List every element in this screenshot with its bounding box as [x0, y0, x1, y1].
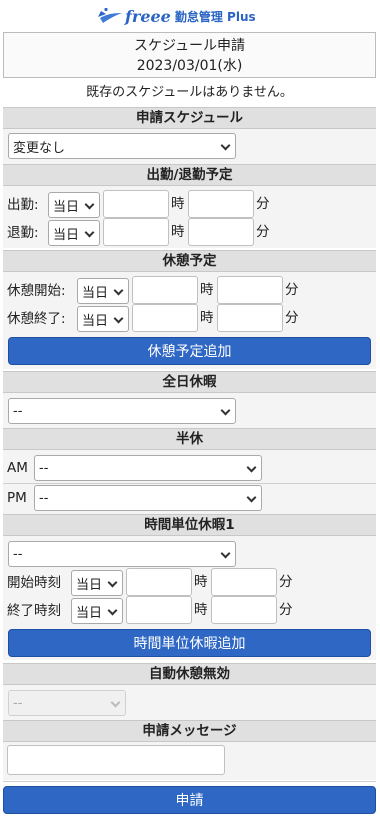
attendance-section: 出勤: 当日 時 分 退勤: 当日 時 分: [3, 186, 376, 248]
chevron-down-icon: [220, 405, 231, 416]
schedule-select[interactable]: 変更なし: [8, 133, 236, 159]
clock-out-day-select[interactable]: 当日: [48, 220, 100, 246]
start-time-label: 開始時刻: [7, 575, 61, 591]
add-hourly-leave-button[interactable]: 時間単位休暇追加: [8, 629, 371, 657]
break-heading: 休憩予定: [3, 250, 376, 272]
clock-in-day-select[interactable]: 当日: [48, 192, 100, 218]
break-start-day-select[interactable]: 当日: [77, 278, 129, 304]
minute-unit-label: 分: [279, 574, 293, 590]
break-end-label: 休憩終了:: [7, 311, 66, 327]
end-time-minute-input[interactable]: [211, 596, 277, 624]
hour-unit-label: 時: [194, 602, 208, 618]
brand-name: freee: [125, 6, 171, 26]
schedule-section: 変更なし: [3, 129, 376, 164]
chevron-down-icon: [84, 227, 95, 238]
start-time-day-select[interactable]: 当日: [71, 570, 123, 596]
app-header: freee 勤怠管理 Plus: [0, 0, 380, 32]
start-time-minute-input[interactable]: [211, 568, 277, 596]
halfday-section: AM -- PM --: [3, 450, 376, 514]
break-end-minute-input[interactable]: [217, 304, 283, 332]
end-time-label: 終了時刻: [7, 603, 61, 619]
message-section: [3, 742, 376, 780]
break-start-label: 休憩開始:: [7, 283, 66, 299]
minute-unit-label: 分: [285, 310, 299, 326]
break-start-minute-input[interactable]: [217, 276, 283, 304]
autobreak-heading: 自動休憩無効: [3, 663, 376, 685]
hour-unit-label: 時: [200, 282, 214, 298]
product-name: 勤怠管理 Plus: [174, 9, 256, 24]
message-input[interactable]: [7, 745, 225, 775]
fullday-heading: 全日休暇: [3, 371, 376, 393]
fullday-leave-select[interactable]: --: [8, 398, 236, 424]
bird-icon: [98, 7, 122, 23]
hour-unit-label: 時: [200, 310, 214, 326]
hourly-heading: 時間単位休暇1: [3, 514, 376, 536]
autobreak-section: --: [3, 685, 376, 720]
fullday-section: --: [3, 393, 376, 428]
minute-unit-label: 分: [256, 196, 270, 212]
freee-logo: freee 勤怠管理 Plus: [97, 5, 256, 27]
hour-unit-label: 時: [194, 574, 208, 590]
chevron-down-icon: [246, 492, 257, 503]
am-leave-select[interactable]: --: [34, 455, 262, 481]
footer-divider: [3, 781, 376, 782]
clock-out-minute-input[interactable]: [188, 218, 254, 246]
clock-out-label: 退勤:: [7, 225, 39, 241]
chevron-down-icon: [113, 285, 124, 296]
chevron-down-icon: [110, 697, 121, 708]
page-title-box: スケジュール申請 2023/03/01(水): [3, 32, 376, 78]
chevron-down-icon: [107, 605, 118, 616]
break-end-day-select[interactable]: 当日: [77, 306, 129, 332]
schedule-heading: 申請スケジュール: [3, 107, 376, 129]
pm-leave-select[interactable]: --: [34, 485, 262, 511]
attendance-heading: 出勤/退勤予定: [3, 164, 376, 186]
clock-in-hour-input[interactable]: [103, 190, 169, 218]
chevron-down-icon: [220, 140, 231, 151]
break-end-hour-input[interactable]: [132, 304, 198, 332]
autobreak-select: --: [8, 690, 126, 716]
hour-unit-label: 時: [171, 224, 185, 240]
chevron-down-icon: [113, 313, 124, 324]
add-break-button[interactable]: 休憩予定追加: [8, 337, 371, 365]
hour-unit-label: 時: [171, 196, 185, 212]
minute-unit-label: 分: [285, 282, 299, 298]
am-label: AM: [7, 460, 28, 476]
row-divider: [3, 483, 376, 484]
break-start-hour-input[interactable]: [132, 276, 198, 304]
chevron-down-icon: [220, 548, 231, 559]
page-date: 2023/03/01(水): [136, 58, 243, 74]
minute-unit-label: 分: [279, 602, 293, 618]
info-message: 既存のスケジュールはありません。: [86, 85, 293, 100]
end-time-day-select[interactable]: 当日: [71, 598, 123, 624]
clock-out-hour-input[interactable]: [103, 218, 169, 246]
pm-label: PM: [7, 490, 27, 506]
message-heading: 申請メッセージ: [3, 720, 376, 742]
end-time-hour-input[interactable]: [126, 596, 192, 624]
chevron-down-icon: [84, 199, 95, 210]
halfday-heading: 半休: [3, 428, 376, 450]
clock-in-label: 出勤:: [7, 197, 39, 213]
page-title: スケジュール申請: [133, 38, 246, 54]
minute-unit-label: 分: [256, 224, 270, 240]
hourly-leave-select[interactable]: --: [8, 541, 236, 567]
start-time-hour-input[interactable]: [126, 568, 192, 596]
chevron-down-icon: [246, 462, 257, 473]
chevron-down-icon: [107, 577, 118, 588]
clock-in-minute-input[interactable]: [188, 190, 254, 218]
submit-button[interactable]: 申請: [3, 786, 376, 814]
